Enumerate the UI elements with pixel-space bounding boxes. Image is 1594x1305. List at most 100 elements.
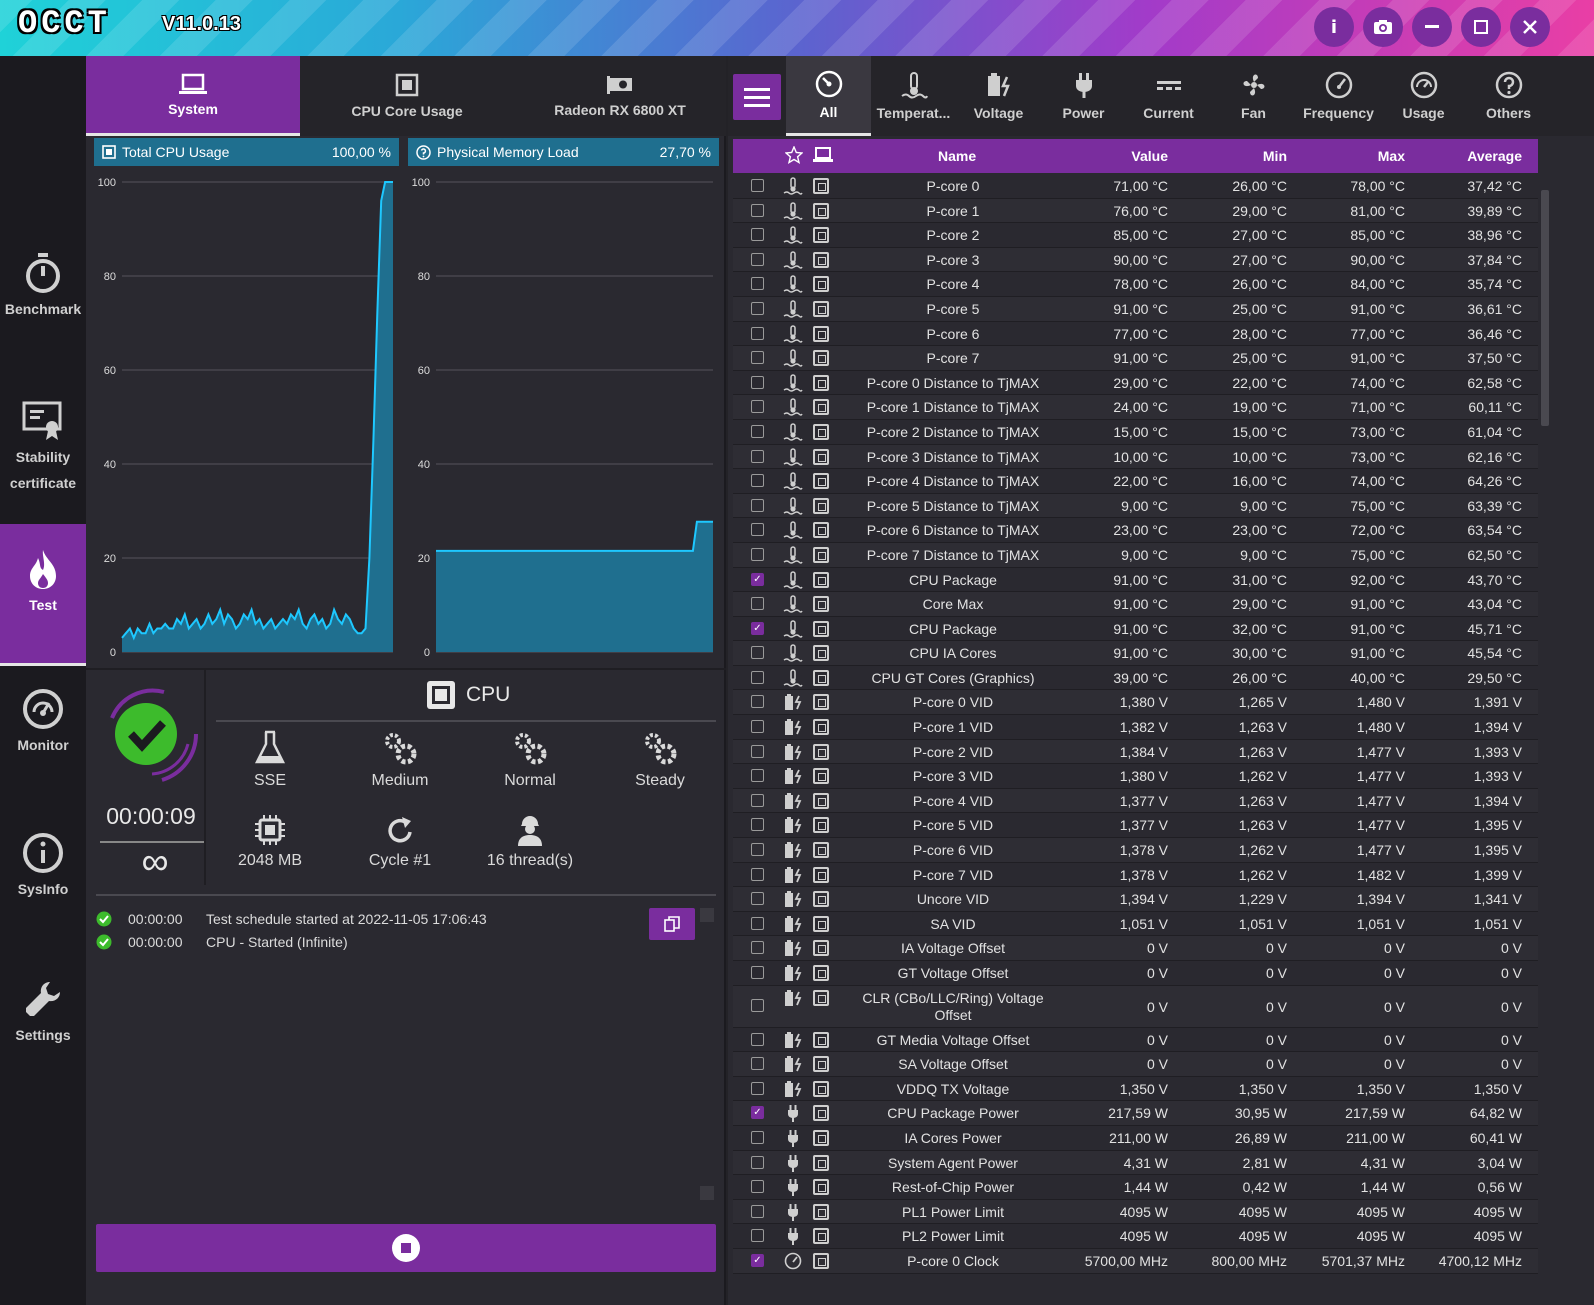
row-checkbox[interactable] xyxy=(751,1130,764,1144)
monitor-toggle-icon[interactable] xyxy=(813,768,829,785)
table-scrollbar[interactable] xyxy=(1538,180,1552,1305)
row-checkbox[interactable] xyxy=(751,547,764,561)
table-row[interactable]: IA Cores Power 211,00 W 26,89 W 211,00 W 60,… xyxy=(733,1126,1538,1151)
favorite-column-icon[interactable] xyxy=(784,145,804,167)
row-checkbox[interactable] xyxy=(751,498,764,512)
row-checkbox[interactable] xyxy=(751,867,764,881)
sidebar-item-stability-certificate[interactable]: Stability certificate xyxy=(0,400,86,500)
table-row[interactable]: P-core 0 71,00 °C 26,00 °C 78,00 °C 37,42 °C xyxy=(733,174,1538,199)
tab-system[interactable]: System xyxy=(86,56,300,136)
monitor-toggle-icon[interactable] xyxy=(813,300,829,317)
row-checkbox[interactable] xyxy=(751,769,764,783)
row-checkbox[interactable]: ✓ xyxy=(751,1106,764,1120)
row-checkbox[interactable] xyxy=(751,646,764,660)
monitor-toggle-icon[interactable] xyxy=(813,1031,829,1048)
table-row[interactable]: P-core 6 VID 1,378 V 1,262 V 1,477 V 1,395 V xyxy=(733,838,1538,863)
column-value[interactable]: Value xyxy=(1076,148,1168,164)
table-row[interactable]: P-core 3 Distance to TjMAX 10,00 °C 10,00 … xyxy=(733,444,1538,470)
table-row[interactable]: P-core 4 VID 1,377 V 1,263 V 1,477 V 1,394 V xyxy=(733,788,1538,814)
table-row[interactable]: P-core 1 VID 1,382 V 1,263 V 1,480 V 1,394 V xyxy=(733,715,1538,740)
tab-voltage[interactable]: Voltage xyxy=(956,56,1041,136)
tab-usage[interactable]: Usage xyxy=(1381,56,1466,136)
table-row[interactable]: P-core 5 91,00 °C 25,00 °C 91,00 °C 36,61 °C xyxy=(733,296,1538,322)
monitor-toggle-icon[interactable] xyxy=(813,350,829,367)
table-row[interactable]: P-core 2 Distance to TjMAX 15,00 °C 15,00 … xyxy=(733,420,1538,445)
table-row[interactable]: P-core 0 Distance to TjMAX 29,00 °C 22,00 … xyxy=(733,371,1538,396)
row-checkbox[interactable] xyxy=(751,228,764,242)
row-checkbox[interactable] xyxy=(751,670,764,684)
table-row[interactable]: ✓ P-core 0 Clock 5700,00 MHz 800,00 MHz 5701… xyxy=(733,1248,1538,1274)
monitor-toggle-icon[interactable] xyxy=(813,1179,829,1196)
table-row[interactable]: P-core 5 Distance to TjMAX 9,00 °C 9,00 °C… xyxy=(733,493,1538,519)
monitor-toggle-icon[interactable] xyxy=(813,620,829,637)
tab-fan[interactable]: Fan xyxy=(1211,56,1296,136)
table-row[interactable]: P-core 6 77,00 °C 28,00 °C 77,00 °C 36,46 °C xyxy=(733,322,1538,347)
monitor-toggle-icon[interactable] xyxy=(813,915,829,932)
row-checkbox[interactable] xyxy=(751,375,764,389)
row-checkbox[interactable] xyxy=(751,1180,764,1194)
monitor-toggle-icon[interactable] xyxy=(813,866,829,883)
monitor-toggle-icon[interactable] xyxy=(813,497,829,514)
row-checkbox[interactable]: ✓ xyxy=(751,1253,764,1267)
row-checkbox[interactable] xyxy=(751,793,764,807)
monitor-toggle-icon[interactable] xyxy=(813,325,829,342)
monitor-toggle-icon[interactable] xyxy=(813,842,829,859)
table-row[interactable]: Rest-of-Chip Power 1,44 W 0,42 W 1,44 W 0,56… xyxy=(733,1175,1538,1200)
scrollbar-thumb[interactable] xyxy=(1541,190,1549,426)
row-checkbox[interactable] xyxy=(751,301,764,315)
tab-radeon-rx-6800-xt[interactable]: Radeon RX 6800 XT xyxy=(514,56,726,136)
monitor-toggle-icon[interactable] xyxy=(813,940,829,957)
monitor-toggle-icon[interactable] xyxy=(813,522,829,539)
row-checkbox[interactable] xyxy=(751,966,764,979)
close-icon[interactable] xyxy=(1510,7,1550,47)
row-checkbox[interactable] xyxy=(751,326,764,340)
monitor-toggle-icon[interactable] xyxy=(813,891,829,908)
table-row[interactable]: P-core 4 Distance to TjMAX 22,00 °C 16,00 … xyxy=(733,469,1538,494)
row-checkbox[interactable] xyxy=(751,1155,764,1169)
monitor-column-icon[interactable] xyxy=(813,147,833,166)
monitor-toggle-icon[interactable] xyxy=(813,1228,829,1245)
monitor-toggle-icon[interactable] xyxy=(813,989,829,1006)
monitor-toggle-icon[interactable] xyxy=(813,178,829,194)
monitor-toggle-icon[interactable] xyxy=(813,1203,829,1220)
table-row[interactable]: SA VID 1,051 V 1,051 V 1,051 V 1,051 V xyxy=(733,912,1538,937)
monitor-toggle-icon[interactable] xyxy=(813,423,829,440)
row-checkbox[interactable] xyxy=(751,252,764,266)
tab-current[interactable]: Current xyxy=(1126,56,1211,136)
tab-temperature[interactable]: Temperat... xyxy=(871,56,956,136)
column-average[interactable]: Average xyxy=(1425,148,1522,164)
monitor-toggle-icon[interactable] xyxy=(813,694,829,711)
table-row[interactable]: SA Voltage Offset 0 V 0 V 0 V 0 V xyxy=(733,1052,1538,1077)
monitor-toggle-icon[interactable] xyxy=(813,743,829,760)
table-row[interactable]: P-core 0 VID 1,380 V 1,265 V 1,480 V 1,391 V xyxy=(733,690,1538,716)
log-scroll-down[interactable] xyxy=(700,1186,714,1200)
table-row[interactable]: IA Voltage Offset 0 V 0 V 0 V 0 V xyxy=(733,936,1538,961)
sidebar-item-sysinfo[interactable]: SysInfo xyxy=(0,832,86,912)
table-row[interactable]: P-core 7 91,00 °C 25,00 °C 91,00 °C 37,50 °C xyxy=(733,346,1538,371)
monitor-toggle-icon[interactable] xyxy=(813,1080,829,1097)
monitor-toggle-icon[interactable] xyxy=(813,645,829,662)
table-row[interactable]: System Agent Power 4,31 W 2,81 W 4,31 W 3,04… xyxy=(733,1150,1538,1176)
monitor-toggle-icon[interactable] xyxy=(813,965,829,981)
monitor-toggle-icon[interactable] xyxy=(813,251,829,268)
monitor-toggle-icon[interactable] xyxy=(813,276,829,293)
monitor-toggle-icon[interactable] xyxy=(813,669,829,686)
maximize-icon[interactable] xyxy=(1461,7,1501,47)
row-checkbox[interactable] xyxy=(751,916,764,930)
table-row[interactable]: P-core 7 Distance to TjMAX 9,00 °C 9,00 °C… xyxy=(733,542,1538,568)
row-checkbox[interactable] xyxy=(751,818,764,832)
table-row[interactable]: P-core 4 78,00 °C 26,00 °C 84,00 °C 35,74 °C xyxy=(733,272,1538,297)
tab-power[interactable]: Power xyxy=(1041,56,1126,136)
row-checkbox[interactable] xyxy=(751,1204,764,1218)
monitor-toggle-icon[interactable] xyxy=(813,1154,829,1171)
row-checkbox[interactable] xyxy=(751,277,764,291)
table-row[interactable]: CLR (CBo/LLC/Ring) Voltage Offset 0 V 0 V 0… xyxy=(733,985,1538,1028)
tab-frequency[interactable]: Frequency xyxy=(1296,56,1381,136)
row-checkbox[interactable] xyxy=(751,474,764,488)
table-row[interactable]: GT Voltage Offset 0 V 0 V 0 V 0 V xyxy=(733,961,1538,986)
table-row[interactable]: Uncore VID 1,394 V 1,229 V 1,394 V 1,341 V xyxy=(733,887,1538,912)
row-checkbox[interactable] xyxy=(751,843,764,857)
monitor-toggle-icon[interactable] xyxy=(813,448,829,465)
minimize-icon[interactable] xyxy=(1412,7,1452,47)
table-row[interactable]: ✓ CPU Package Power 217,59 W 30,95 W 217,59 … xyxy=(733,1101,1538,1126)
